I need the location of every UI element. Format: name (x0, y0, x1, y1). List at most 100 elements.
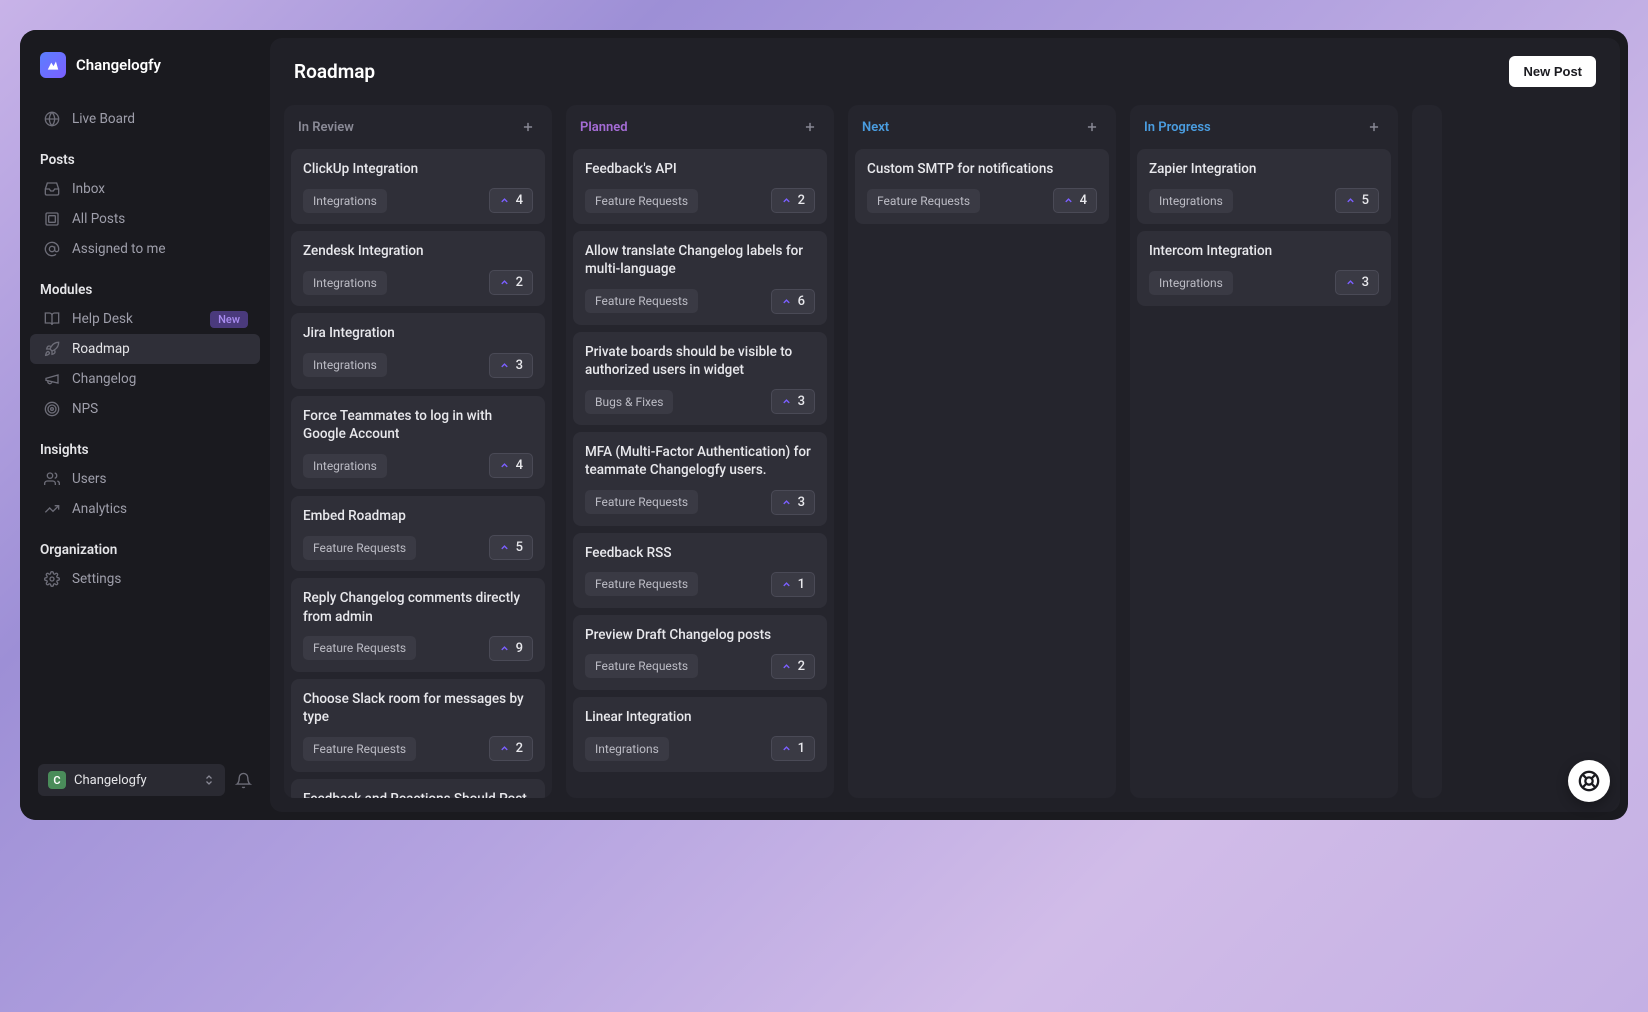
add-card-button[interactable] (518, 117, 538, 137)
card-title: Feedback and Reactions Should Post to Sl… (303, 790, 533, 798)
vote-button[interactable]: 4 (489, 188, 533, 213)
card-title: Choose Slack room for messages by type (303, 690, 533, 726)
vote-count: 2 (516, 741, 523, 756)
vote-button[interactable]: 9 (489, 636, 533, 661)
card-tag: Feature Requests (303, 636, 416, 660)
card[interactable]: Reply Changelog comments directly from a… (291, 578, 545, 671)
vote-button[interactable]: 6 (771, 289, 815, 314)
card[interactable]: Zendesk IntegrationIntegrations2 (291, 231, 545, 306)
vote-count: 4 (516, 458, 523, 473)
vote-count: 3 (516, 358, 523, 373)
vote-button[interactable]: 5 (489, 535, 533, 560)
card[interactable]: Intercom IntegrationIntegrations3 (1137, 231, 1391, 306)
card-title: Jira Integration (303, 324, 533, 342)
add-card-button[interactable] (1364, 117, 1384, 137)
card[interactable]: MFA (Multi-Factor Authentication) for te… (573, 432, 827, 525)
add-card-button[interactable] (800, 117, 820, 137)
card-tag: Integrations (303, 454, 387, 478)
card-tag: Integrations (585, 737, 669, 761)
nav-item-roadmap[interactable]: Roadmap (30, 334, 260, 364)
cards-list: Zapier IntegrationIntegrations5Intercom … (1130, 149, 1398, 798)
nav-item-inbox[interactable]: Inbox (30, 174, 260, 204)
card[interactable]: Private boards should be visible to auth… (573, 332, 827, 425)
card-title: ClickUp Integration (303, 160, 533, 178)
vote-button[interactable]: 3 (771, 490, 815, 515)
cards-list: Custom SMTP for notificationsFeature Req… (848, 149, 1116, 798)
chevron-up-icon (781, 497, 792, 508)
add-card-button[interactable] (1082, 117, 1102, 137)
column-header: Next (848, 105, 1116, 149)
card[interactable]: Feedback's APIFeature Requests2 (573, 149, 827, 224)
logo[interactable]: Changelogfy (30, 46, 260, 90)
card[interactable]: Preview Draft Changelog posts Feature Req… (573, 615, 827, 690)
card-title: Zendesk Integration (303, 242, 533, 260)
chevron-up-icon (499, 360, 510, 371)
card[interactable]: Linear IntegrationIntegrations1 (573, 697, 827, 772)
card[interactable]: Zapier IntegrationIntegrations5 (1137, 149, 1391, 224)
card[interactable]: Allow translate Changelog labels for mul… (573, 231, 827, 324)
nav-item-label: Users (72, 471, 106, 487)
vote-button[interactable]: 1 (771, 736, 815, 761)
sidebar-footer: C Changelogfy (30, 756, 260, 804)
card[interactable]: Jira IntegrationIntegrations3 (291, 313, 545, 388)
card[interactable]: Force Teammates to log in with Google Ac… (291, 396, 545, 489)
globe-icon (44, 111, 60, 127)
vote-button[interactable]: 4 (489, 453, 533, 478)
vote-button[interactable]: 5 (1335, 188, 1379, 213)
card-tag: Feature Requests (867, 189, 980, 213)
target-icon (44, 401, 60, 417)
card-footer: Feature Requests2 (585, 654, 815, 679)
logo-icon (40, 52, 66, 78)
book-icon (44, 311, 60, 327)
chevron-up-icon (781, 661, 792, 672)
vote-button[interactable]: 2 (771, 188, 815, 213)
nav-item-nps[interactable]: NPS (30, 394, 260, 424)
nav-item-settings[interactable]: Settings (30, 564, 260, 594)
nav-item-label: Live Board (72, 111, 135, 127)
vote-count: 3 (798, 495, 805, 510)
nav-item-changelog[interactable]: Changelog (30, 364, 260, 394)
card[interactable]: Embed RoadmapFeature Requests5 (291, 496, 545, 571)
nav-section: PostsInboxAll PostsAssigned to me (30, 148, 260, 264)
vote-count: 9 (516, 641, 523, 656)
nav-section-title: Insights (30, 438, 260, 462)
card[interactable]: Feedback RSSFeature Requests1 (573, 533, 827, 608)
card[interactable]: Custom SMTP for notificationsFeature Req… (855, 149, 1109, 224)
chevron-up-icon (781, 579, 792, 590)
card[interactable]: ClickUp IntegrationIntegrations4 (291, 149, 545, 224)
nav-item-assigned-to-me[interactable]: Assigned to me (30, 234, 260, 264)
nav-item-analytics[interactable]: Analytics (30, 494, 260, 524)
nav-top: Live Board (30, 104, 260, 134)
nav-section: Insights Users Analytics (30, 438, 260, 524)
nav-item-help-desk[interactable]: Help DeskNew (30, 304, 260, 334)
column-header: In Review (284, 105, 552, 149)
chevron-up-down-icon (203, 774, 215, 786)
help-fab[interactable] (1568, 760, 1610, 802)
workspace-switcher[interactable]: C Changelogfy (38, 764, 225, 796)
nav-item-users[interactable]: Users (30, 464, 260, 494)
nav-section: OrganizationSettings (30, 538, 260, 594)
vote-button[interactable]: 1 (771, 572, 815, 597)
nav-item-live-board[interactable]: Live Board (30, 104, 260, 134)
card-tag: Feature Requests (585, 289, 698, 313)
column-title: In Progress (1144, 120, 1211, 135)
vote-button[interactable]: 3 (489, 353, 533, 378)
card[interactable]: Choose Slack room for messages by typeFe… (291, 679, 545, 772)
vote-button[interactable]: 3 (1335, 270, 1379, 295)
vote-button[interactable]: 2 (489, 270, 533, 295)
vote-button[interactable]: 3 (771, 389, 815, 414)
nav-item-label: Settings (72, 571, 121, 587)
nav-item-all-posts[interactable]: All Posts (30, 204, 260, 234)
card-title: Preview Draft Changelog posts (585, 626, 815, 644)
gear-icon (44, 571, 60, 587)
cards-list: ClickUp IntegrationIntegrations4Zendesk … (284, 149, 552, 798)
card-title: Force Teammates to log in with Google Ac… (303, 407, 533, 443)
card-title: MFA (Multi-Factor Authentication) for te… (585, 443, 815, 479)
vote-button[interactable]: 2 (489, 736, 533, 761)
vote-button[interactable]: 4 (1053, 188, 1097, 213)
new-post-button[interactable]: New Post (1509, 56, 1596, 87)
card[interactable]: Feedback and Reactions Should Post to Sl… (291, 779, 545, 798)
bell-icon[interactable] (235, 772, 252, 789)
vote-button[interactable]: 2 (771, 654, 815, 679)
users-icon (44, 471, 60, 487)
